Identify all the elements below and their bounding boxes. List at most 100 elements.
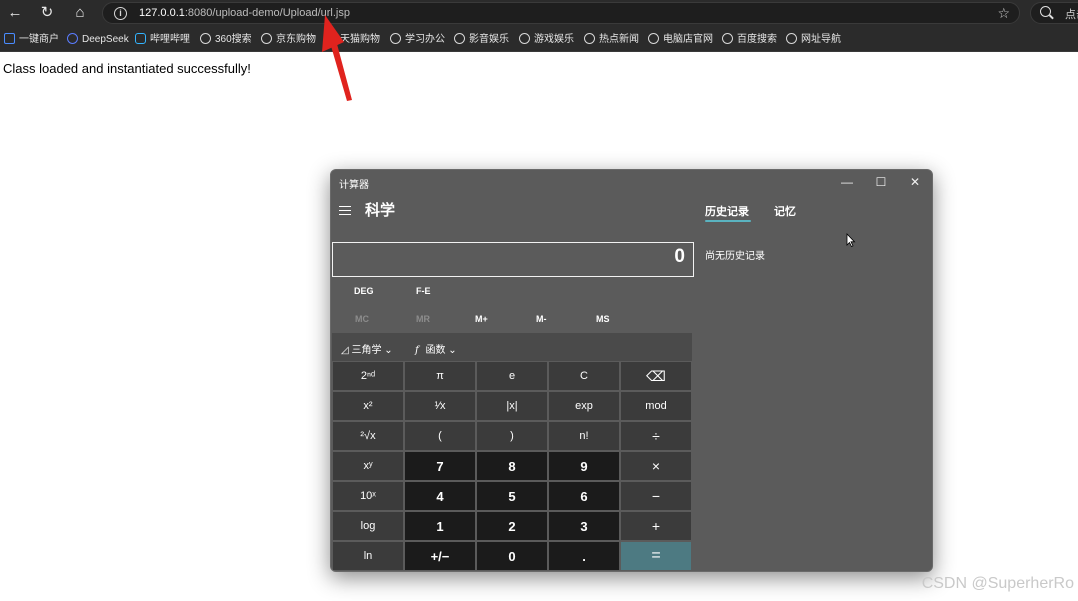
trig-label: 三角学 bbox=[351, 345, 382, 356]
ten-power-button[interactable]: 10ˣ bbox=[333, 482, 403, 510]
history-tab-underline bbox=[705, 220, 751, 222]
browser-toolbar: ← ↻ ⌂ i 127.0.0.1:8080/upload-demo/Uploa… bbox=[0, 0, 1078, 27]
url-text[interactable]: 127.0.0.1:8080/upload-demo/Upload/url.js… bbox=[139, 6, 350, 21]
m-plus-button[interactable]: M+ bbox=[475, 314, 488, 324]
mc-button[interactable]: MC bbox=[355, 314, 369, 324]
ms-button[interactable]: MS bbox=[596, 314, 610, 324]
digit-6-button[interactable]: 6 bbox=[549, 482, 619, 510]
multiply-button[interactable]: × bbox=[621, 452, 691, 480]
globe-icon bbox=[390, 33, 401, 44]
bookmark-label: 360搜索 bbox=[215, 34, 252, 45]
digit-1-button[interactable]: 1 bbox=[405, 512, 475, 540]
trig-dropdown[interactable]: ◿ 三角学 ⌄ bbox=[341, 341, 393, 356]
backspace-icon[interactable]: ⌫ bbox=[621, 362, 691, 390]
digit-3-button[interactable]: 3 bbox=[549, 512, 619, 540]
bookmark-item[interactable]: 一键商户 bbox=[4, 33, 59, 47]
mr-button[interactable]: MR bbox=[416, 314, 430, 324]
factorial-button[interactable]: n! bbox=[549, 422, 619, 450]
abs-button[interactable]: |x| bbox=[477, 392, 547, 420]
bookmarks-bar: 一键商户 DeepSeek 哔哩哔哩 360搜索 京东购物 天猫购物 学习办公 … bbox=[0, 27, 1078, 52]
bookmark-label: 天猫购物 bbox=[340, 34, 380, 45]
power-button[interactable]: xʸ bbox=[333, 452, 403, 480]
square-button[interactable]: x² bbox=[333, 392, 403, 420]
close-paren-button[interactable]: ) bbox=[477, 422, 547, 450]
bookmark-item[interactable]: 学习办公 bbox=[390, 33, 445, 47]
fe-button[interactable]: F-E bbox=[416, 286, 431, 296]
equals-button[interactable]: = bbox=[621, 542, 691, 570]
digit-0-button[interactable]: 0 bbox=[477, 542, 547, 570]
back-icon[interactable]: ← bbox=[4, 3, 26, 23]
home-icon[interactable]: ⌂ bbox=[69, 3, 91, 23]
bookmark-label: 学习办公 bbox=[405, 34, 445, 45]
second-button[interactable]: 2ⁿᵈ bbox=[333, 362, 403, 390]
bookmark-item[interactable]: 京东购物 bbox=[261, 33, 316, 47]
url-host: 127.0.0.1 bbox=[139, 7, 185, 19]
exp-button[interactable]: exp bbox=[549, 392, 619, 420]
triangle-icon: ◿ bbox=[341, 345, 349, 356]
chevron-down-icon: ⌄ bbox=[448, 345, 457, 356]
digit-8-button[interactable]: 8 bbox=[477, 452, 547, 480]
bookmark-item[interactable]: 百度搜索 bbox=[722, 33, 777, 47]
decimal-button[interactable]: . bbox=[549, 542, 619, 570]
bookmark-item[interactable]: 网址导航 bbox=[786, 33, 841, 47]
no-history-text: 尚无历史记录 bbox=[705, 251, 765, 262]
bookmark-label: 热点新闻 bbox=[599, 34, 639, 45]
tab-history[interactable]: 历史记录 bbox=[705, 203, 749, 219]
site-info-icon[interactable]: i bbox=[114, 7, 127, 20]
bookmark-star-icon[interactable]: ☆ bbox=[997, 5, 1010, 22]
subtract-button[interactable]: − bbox=[621, 482, 691, 510]
bookmark-label: DeepSeek bbox=[82, 34, 129, 45]
sqrt-button[interactable]: ²√x bbox=[333, 422, 403, 450]
calculator-title: 计算器 bbox=[339, 180, 369, 191]
log-button[interactable]: log bbox=[333, 512, 403, 540]
function-label: 函数 bbox=[425, 345, 446, 356]
watermark: CSDN @SuperherRo bbox=[921, 575, 1074, 592]
bookmark-item[interactable]: 影音娱乐 bbox=[454, 33, 509, 47]
mod-button[interactable]: mod bbox=[621, 392, 691, 420]
negate-button[interactable]: +/− bbox=[405, 542, 475, 570]
bookmark-item[interactable]: 游戏娱乐 bbox=[519, 33, 574, 47]
minimize-icon[interactable]: — bbox=[832, 172, 862, 192]
digit-5-button[interactable]: 5 bbox=[477, 482, 547, 510]
open-paren-button[interactable]: ( bbox=[405, 422, 475, 450]
bookmark-label: 电脑店官网 bbox=[663, 34, 713, 45]
digit-9-button[interactable]: 9 bbox=[549, 452, 619, 480]
digit-7-button[interactable]: 7 bbox=[405, 452, 475, 480]
bookmark-item[interactable]: DeepSeek bbox=[67, 33, 129, 47]
hamburger-menu-icon[interactable] bbox=[339, 206, 351, 215]
function-dropdown[interactable]: f 函数 ⌄ bbox=[415, 341, 457, 356]
add-button[interactable]: + bbox=[621, 512, 691, 540]
globe-icon bbox=[454, 33, 465, 44]
close-icon[interactable]: ✕ bbox=[900, 172, 930, 192]
url-path: :8080/upload-demo/Upload/url.jsp bbox=[184, 7, 350, 19]
reload-icon[interactable]: ↻ bbox=[36, 3, 58, 23]
tab-memory[interactable]: 记忆 bbox=[774, 203, 796, 219]
address-bar[interactable]: i 127.0.0.1:8080/upload-demo/Upload/url.… bbox=[102, 2, 1020, 24]
globe-icon bbox=[261, 33, 272, 44]
bookmark-item[interactable]: 哔哩哔哩 bbox=[135, 33, 190, 47]
globe-icon bbox=[786, 33, 797, 44]
bookmark-label: 网址导航 bbox=[801, 34, 841, 45]
search-icon bbox=[1040, 6, 1051, 17]
angle-unit-button[interactable]: DEG bbox=[354, 286, 374, 296]
pi-button[interactable]: π bbox=[405, 362, 475, 390]
clear-button[interactable]: C bbox=[549, 362, 619, 390]
search-button[interactable]: 点击 bbox=[1030, 2, 1078, 24]
bookmark-item[interactable]: 天猫购物 bbox=[325, 33, 380, 47]
m-minus-button[interactable]: M- bbox=[536, 314, 547, 324]
bookmark-item[interactable]: 电脑店官网 bbox=[648, 33, 713, 47]
mouse-cursor-icon bbox=[846, 233, 856, 247]
search-label: 点击 bbox=[1065, 9, 1078, 21]
divide-button[interactable]: ÷ bbox=[621, 422, 691, 450]
maximize-icon[interactable]: ☐ bbox=[866, 172, 896, 192]
digit-4-button[interactable]: 4 bbox=[405, 482, 475, 510]
bookmark-item[interactable]: 360搜索 bbox=[200, 33, 252, 47]
digit-2-button[interactable]: 2 bbox=[477, 512, 547, 540]
globe-icon bbox=[200, 33, 211, 44]
bookmark-item[interactable]: 热点新闻 bbox=[584, 33, 639, 47]
bookmark-label: 哔哩哔哩 bbox=[150, 34, 190, 45]
reciprocal-button[interactable]: ¹⁄x bbox=[405, 392, 475, 420]
chevron-down-icon: ⌄ bbox=[384, 345, 393, 356]
ln-button[interactable]: ln bbox=[333, 542, 403, 570]
e-button[interactable]: e bbox=[477, 362, 547, 390]
